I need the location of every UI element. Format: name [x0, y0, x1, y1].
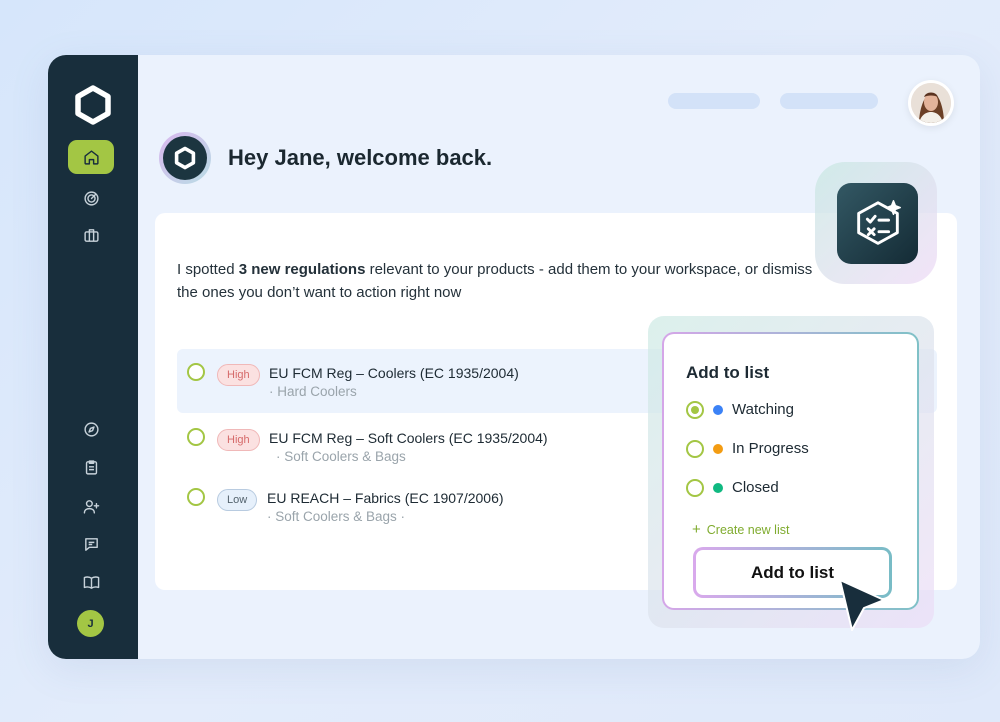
priority-badge: High	[217, 429, 260, 451]
regulation-category: · Soft Coolers & Bags ·	[267, 509, 406, 524]
user-avatar-initial[interactable]: J	[77, 610, 104, 637]
priority-badge: High	[217, 364, 260, 386]
create-new-list-link[interactable]: + Create new list	[692, 521, 789, 538]
plus-icon: +	[692, 521, 701, 538]
briefcase-icon	[83, 228, 99, 242]
priority-badge: Low	[217, 489, 258, 511]
chat-icon	[84, 537, 98, 551]
sidebar-item-explore[interactable]	[68, 412, 114, 446]
clipboard-icon	[85, 459, 97, 475]
option-radio[interactable]	[686, 401, 704, 419]
status-dot	[713, 444, 723, 454]
sidebar-item-clipboard[interactable]	[68, 450, 114, 484]
avatar[interactable]	[908, 80, 954, 126]
assistant-avatar	[159, 132, 211, 184]
logo-icon	[174, 146, 196, 170]
option-radio[interactable]	[686, 479, 704, 497]
regulation-title: EU FCM Reg – Coolers (EC 1935/2004)	[269, 365, 519, 381]
option-label: In Progress	[732, 440, 809, 457]
option-radio[interactable]	[686, 440, 704, 458]
list-option-in-progress[interactable]: In Progress	[686, 440, 896, 460]
radar-icon	[83, 190, 99, 206]
regulation-category: · Soft Coolers & Bags	[276, 449, 406, 464]
regulation-title: EU REACH – Fabrics (EC 1907/2006)	[267, 490, 504, 506]
intro-text: I spotted 3 new regulations relevant to …	[177, 261, 813, 301]
sidebar-item-add-user[interactable]	[68, 489, 114, 523]
select-radio[interactable]	[187, 428, 205, 446]
sidebar-item-docs[interactable]	[68, 565, 114, 599]
regulation-category: · Hard Coolers	[269, 384, 357, 399]
sidebar-item-home[interactable]	[68, 140, 114, 174]
sidebar-item-radar[interactable]	[68, 181, 114, 215]
header-placeholder-pill	[780, 93, 878, 109]
assistant-badge	[837, 183, 918, 264]
add-to-list-popup: Add to list Watching In Progress Closed …	[662, 332, 919, 610]
sidebar-item-messages[interactable]	[68, 527, 114, 561]
header-placeholder-pill	[668, 93, 760, 109]
user-plus-icon	[83, 499, 99, 514]
logo-icon	[75, 85, 111, 125]
checklist-sparkle-icon	[856, 199, 901, 245]
page-title: Hey Jane, welcome back.	[228, 145, 493, 170]
home-icon	[83, 149, 99, 165]
list-option-closed[interactable]: Closed	[686, 479, 896, 499]
status-dot	[713, 483, 723, 493]
popup-title: Add to list	[686, 363, 770, 382]
user-photo	[911, 83, 951, 123]
option-label: Watching	[732, 401, 794, 418]
select-radio[interactable]	[187, 488, 205, 506]
regulation-title: EU FCM Reg – Soft Coolers (EC 1935/2004)	[269, 430, 548, 446]
sidebar-item-briefcase[interactable]	[68, 218, 114, 252]
sidebar: J	[48, 55, 138, 659]
compass-icon	[83, 421, 99, 437]
status-dot	[713, 405, 723, 415]
select-radio[interactable]	[187, 363, 205, 381]
book-icon	[83, 575, 99, 589]
list-option-watching[interactable]: Watching	[686, 401, 896, 421]
option-label: Closed	[732, 479, 779, 496]
mouse-cursor-icon	[839, 579, 885, 631]
